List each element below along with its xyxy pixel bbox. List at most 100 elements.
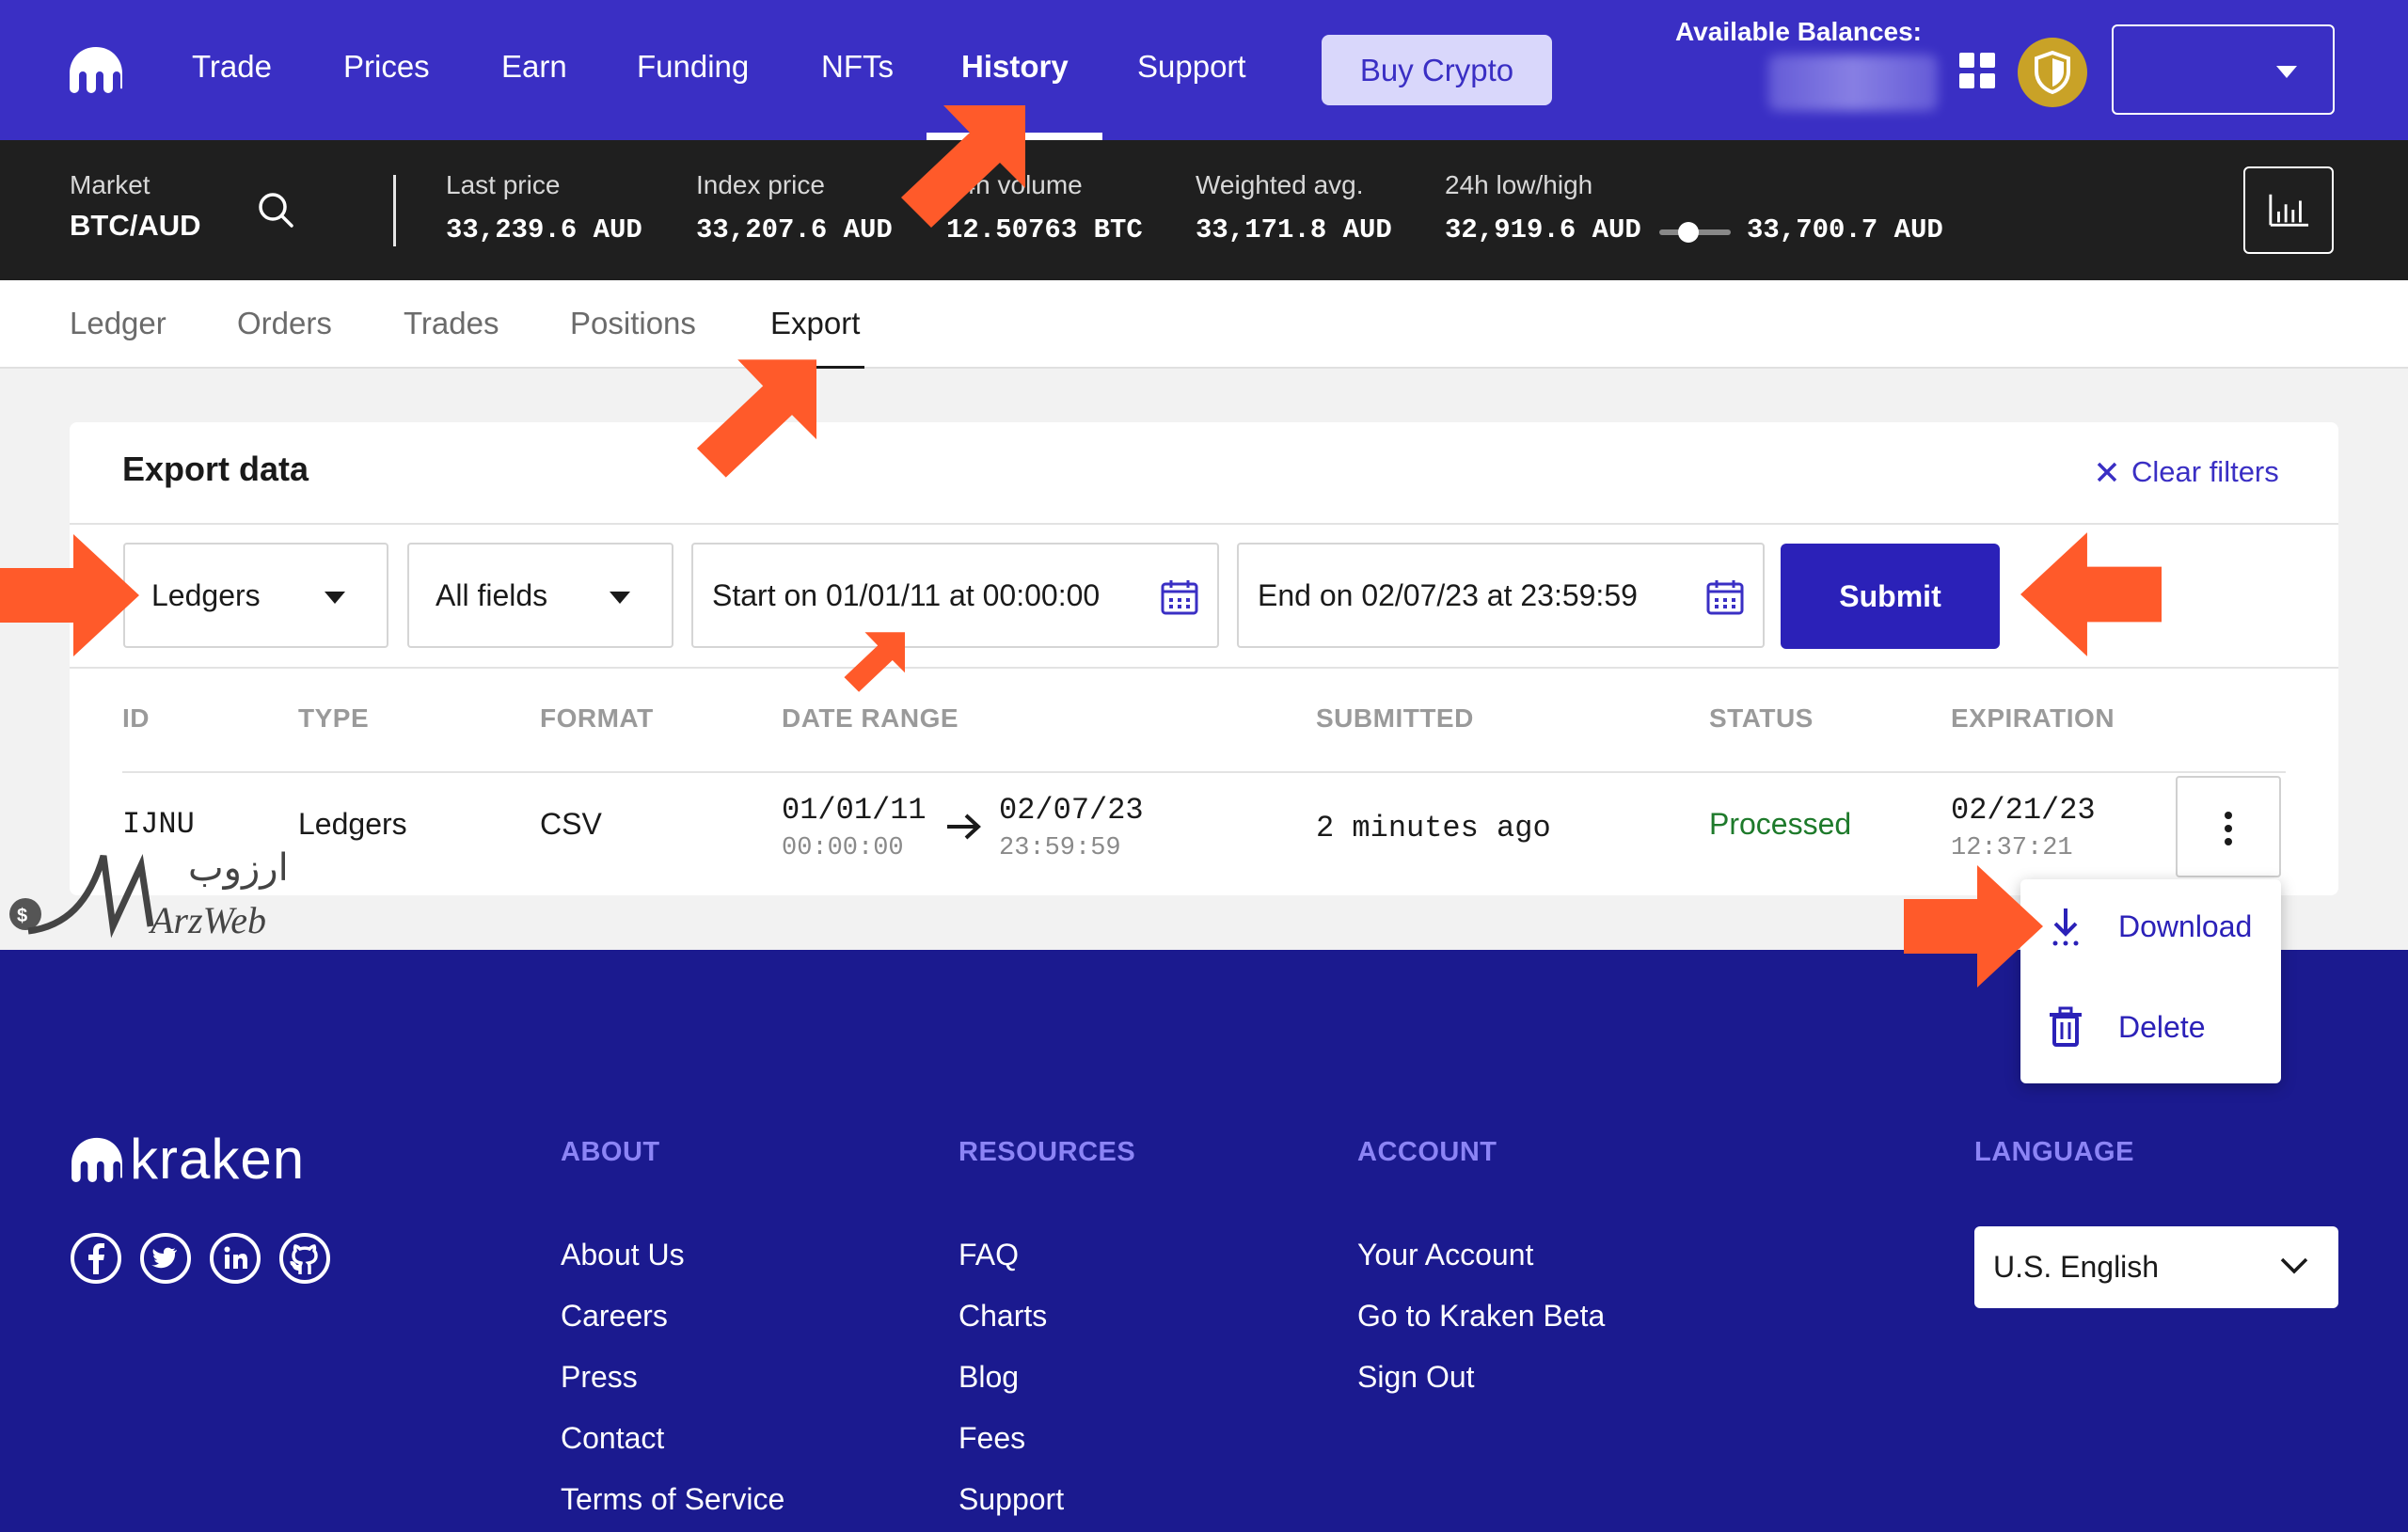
buy-crypto-button[interactable]: Buy Crypto xyxy=(1322,35,1552,105)
watermark-text-en: ArzWeb xyxy=(150,899,266,941)
footer-heading-resources: RESOURCES xyxy=(958,1137,1136,1167)
range-low-value: 32,919.6 AUD xyxy=(1445,214,1641,245)
nav-support[interactable]: Support xyxy=(1137,49,1246,85)
menu-download-label: Download xyxy=(2118,908,2253,943)
col-header-submitted: SUBMITTED xyxy=(1316,703,1474,733)
row-range-start-date: 01/01/11 xyxy=(782,793,927,828)
caret-down-icon xyxy=(610,592,630,604)
filter-divider xyxy=(70,667,2338,669)
row-actions-kebab-button[interactable] xyxy=(2176,776,2281,877)
footer-link-contact[interactable]: Contact xyxy=(561,1421,664,1456)
security-shield-icon[interactable] xyxy=(2018,38,2087,107)
export-type-value: Ledgers xyxy=(151,577,261,612)
chart-toggle-button[interactable] xyxy=(2243,166,2334,254)
footer-link-blog[interactable]: Blog xyxy=(958,1360,1019,1395)
menu-item-download[interactable]: Download xyxy=(2020,879,2281,973)
top-nav: Trade Prices Earn Funding NFTs History S… xyxy=(0,0,2408,140)
kraken-logo-icon[interactable] xyxy=(68,45,124,94)
start-date-field[interactable]: Start on 01/01/11 at 00:00:00 xyxy=(691,543,1219,648)
row-actions-menu: Download Delete xyxy=(2020,879,2281,1083)
row-expiration-date: 02/21/23 xyxy=(1951,793,2096,828)
calendar-icon[interactable] xyxy=(1706,579,1744,615)
row-range-end-date: 02/07/23 xyxy=(999,793,1144,828)
footer-link-your-account[interactable]: Your Account xyxy=(1357,1238,1533,1272)
kebab-dot xyxy=(2225,838,2232,845)
tab-positions[interactable]: Positions xyxy=(570,306,696,341)
footer-link-press[interactable]: Press xyxy=(561,1360,638,1395)
export-fields-value: All fields xyxy=(436,577,548,612)
weighted-avg-label: Weighted avg. xyxy=(1196,170,1364,199)
footer-logo[interactable]: kraken xyxy=(70,1127,305,1192)
nav-history[interactable]: History xyxy=(961,49,1069,85)
annotation-arrow-download xyxy=(1904,865,2043,987)
start-date-value: Start on 01/01/11 at 00:00:00 xyxy=(712,577,1101,612)
nav-trade[interactable]: Trade xyxy=(192,49,272,85)
annotation-arrow-start-date xyxy=(844,632,905,692)
footer-link-terms[interactable]: Terms of Service xyxy=(561,1482,784,1517)
end-date-field[interactable]: End on 02/07/23 at 23:59:59 xyxy=(1237,543,1765,648)
apps-grid-icon[interactable] xyxy=(1959,53,1995,88)
index-price-value: 33,207.6 AUD xyxy=(696,214,893,245)
caret-down-icon xyxy=(325,592,345,604)
footer-heading-about: ABOUT xyxy=(561,1137,660,1167)
kebab-dot xyxy=(2225,825,2232,832)
footer-link-support[interactable]: Support xyxy=(958,1482,1064,1517)
footer-link-careers[interactable]: Careers xyxy=(561,1299,668,1334)
trash-icon xyxy=(2050,1006,2082,1047)
row-format: CSV xyxy=(540,807,602,841)
menu-item-delete[interactable]: Delete xyxy=(2020,980,2281,1074)
kebab-dot xyxy=(2225,812,2232,819)
annotation-arrow-submit xyxy=(2020,532,2162,656)
tab-ledger[interactable]: Ledger xyxy=(70,306,166,341)
linkedin-icon[interactable] xyxy=(209,1232,261,1285)
language-select[interactable]: U.S. English xyxy=(1974,1226,2338,1308)
export-fields-select[interactable]: All fields xyxy=(407,543,673,648)
annotation-arrow-export xyxy=(696,359,816,478)
range-high-value: 33,700.7 AUD xyxy=(1747,214,1943,245)
twitter-icon[interactable] xyxy=(139,1232,192,1285)
range-label: 24h low/high xyxy=(1445,170,1593,199)
ticker-divider xyxy=(393,175,396,246)
nav-earn[interactable]: Earn xyxy=(501,49,567,85)
footer-link-sign-out[interactable]: Sign Out xyxy=(1357,1360,1475,1395)
footer-link-about-us[interactable]: About Us xyxy=(561,1238,685,1272)
account-dropdown[interactable] xyxy=(2112,24,2335,115)
market-pair[interactable]: BTC/AUD xyxy=(70,209,201,243)
footer-link-charts[interactable]: Charts xyxy=(958,1299,1047,1334)
col-header-id: ID xyxy=(122,703,150,733)
row-expiration-time: 12:37:21 xyxy=(1951,834,2073,862)
export-type-select[interactable]: Ledgers xyxy=(123,543,388,648)
header-divider xyxy=(122,771,2286,773)
clear-filters-button[interactable]: Clear filters xyxy=(2096,455,2279,489)
footer-heading-account: ACCOUNT xyxy=(1357,1137,1497,1167)
arrow-right-icon xyxy=(947,813,981,840)
footer-link-kraken-beta[interactable]: Go to Kraken Beta xyxy=(1357,1299,1605,1334)
row-status-badge: Processed xyxy=(1709,807,1852,841)
col-header-date-range: DATE RANGE xyxy=(782,703,959,733)
last-price-value: 33,239.6 AUD xyxy=(446,214,642,245)
arzweb-watermark: $ ارزوب ArzWeb xyxy=(0,837,301,945)
nav-nfts[interactable]: NFTs xyxy=(821,49,894,85)
nav-prices[interactable]: Prices xyxy=(343,49,430,85)
footer-link-faq[interactable]: FAQ xyxy=(958,1238,1019,1272)
facebook-icon[interactable] xyxy=(70,1232,122,1285)
submit-button[interactable]: Submit xyxy=(1781,544,2000,649)
search-icon[interactable] xyxy=(256,190,295,229)
bar-chart-icon xyxy=(2269,194,2309,227)
footer-link-fees[interactable]: Fees xyxy=(958,1421,1025,1456)
tab-trades[interactable]: Trades xyxy=(404,306,499,341)
annotation-arrow-type-select xyxy=(0,534,139,656)
range-indicator-dot xyxy=(1678,222,1699,243)
github-icon[interactable] xyxy=(278,1232,331,1285)
tab-export[interactable]: Export xyxy=(770,306,860,341)
market-ticker-bar xyxy=(0,140,2408,280)
col-header-format: FORMAT xyxy=(540,703,654,733)
last-price-label: Last price xyxy=(446,170,561,199)
footer-logo-text: kraken xyxy=(130,1128,306,1191)
nav-funding[interactable]: Funding xyxy=(637,49,749,85)
calendar-icon[interactable] xyxy=(1161,579,1198,615)
tab-orders[interactable]: Orders xyxy=(237,306,332,341)
balances-value-blurred xyxy=(1768,55,1938,111)
index-price-label: Index price xyxy=(696,170,825,199)
chevron-down-icon xyxy=(2280,1257,2308,1274)
